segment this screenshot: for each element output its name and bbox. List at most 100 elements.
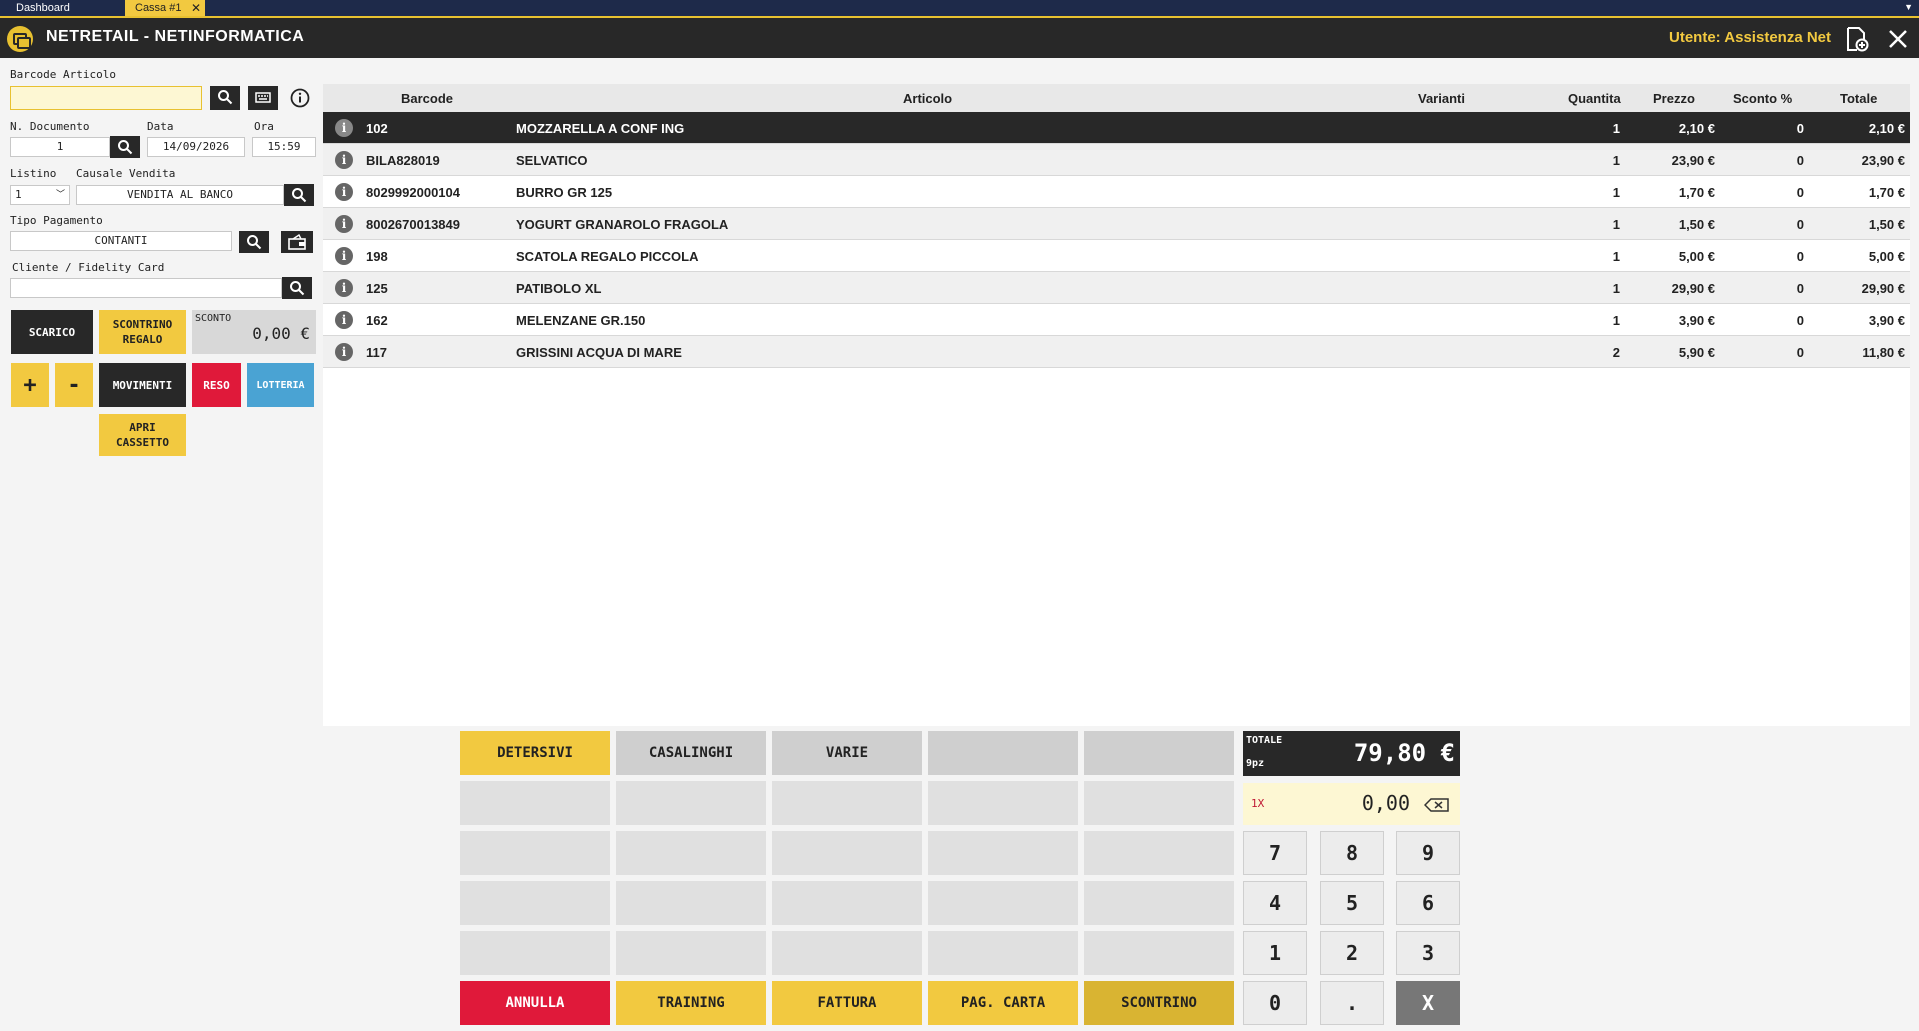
empty-category-button[interactable] [1084, 781, 1234, 825]
empty-category-button[interactable] [460, 831, 610, 875]
function-button[interactable]: PAG. CARTA [928, 981, 1078, 1025]
cell-barcode: 125 [366, 281, 388, 296]
keypad-button[interactable]: 1 [1243, 931, 1307, 975]
empty-category-button[interactable] [928, 731, 1078, 775]
keypad-button[interactable]: 4 [1243, 881, 1307, 925]
info-button[interactable] [285, 86, 315, 110]
empty-category-button[interactable] [1084, 731, 1234, 775]
cell-articolo: SELVATICO [516, 153, 588, 168]
info-icon[interactable]: i [335, 119, 353, 137]
empty-category-button[interactable] [928, 931, 1078, 975]
empty-category-button[interactable] [1084, 831, 1234, 875]
info-icon[interactable]: i [335, 279, 353, 297]
plus-button[interactable]: + [11, 363, 49, 407]
keypad-button[interactable]: 2 [1320, 931, 1384, 975]
empty-category-button[interactable] [1084, 931, 1234, 975]
tab-cassa[interactable]: Cassa #1 ✕ [125, 0, 205, 16]
table-row[interactable]: i8002670013849YOGURT GRANAROLO FRAGOLA11… [323, 208, 1910, 240]
data-input[interactable]: 14/09/2026 [147, 137, 245, 157]
apri-cassetto-button[interactable]: APRI CASSETTO [99, 414, 186, 456]
ndoc-search-button[interactable] [110, 136, 140, 158]
function-button[interactable]: ANNULLA [460, 981, 610, 1025]
keypad-button[interactable]: X [1396, 981, 1460, 1025]
category-button[interactable]: DETERSIVI [460, 731, 610, 775]
function-button[interactable]: SCONTRINO [1084, 981, 1234, 1025]
reso-button[interactable]: RESO [192, 363, 241, 407]
keypad-button[interactable]: 6 [1396, 881, 1460, 925]
tipo-pagamento-input[interactable]: CONTANTI [10, 231, 232, 251]
info-icon[interactable]: i [335, 311, 353, 329]
barcode-search-button[interactable] [210, 86, 240, 110]
cell-sconto: 0 [1797, 217, 1804, 232]
cliente-search-button[interactable] [282, 277, 312, 299]
info-icon[interactable]: i [335, 151, 353, 169]
header-varianti: Varianti [1418, 91, 1465, 106]
keypad-button[interactable]: . [1320, 981, 1384, 1025]
empty-category-button[interactable] [772, 931, 922, 975]
info-icon[interactable]: i [335, 247, 353, 265]
empty-category-button[interactable] [928, 831, 1078, 875]
cell-prezzo: 29,90 € [1672, 281, 1715, 296]
empty-category-button[interactable] [460, 881, 610, 925]
causale-search-button[interactable] [284, 184, 314, 206]
scontrino-regalo-button[interactable]: SCONTRINO REGALO [99, 310, 186, 354]
empty-category-button[interactable] [928, 881, 1078, 925]
tab-dashboard[interactable]: Dashboard [6, 0, 121, 16]
empty-category-button[interactable] [616, 881, 766, 925]
close-tab-icon[interactable]: ✕ [191, 0, 201, 16]
empty-category-button[interactable] [616, 831, 766, 875]
category-button[interactable]: VARIE [772, 731, 922, 775]
keyboard-icon [255, 89, 271, 105]
sconto-box[interactable]: SCONTO 0,00 € [192, 310, 316, 354]
table-row[interactable]: i125PATIBOLO XL129,90 €029,90 € [323, 272, 1910, 304]
empty-category-button[interactable] [1084, 881, 1234, 925]
empty-category-button[interactable] [616, 931, 766, 975]
table-row[interactable]: i102MOZZARELLA A CONF ING12,10 €02,10 € [323, 112, 1910, 144]
close-icon[interactable] [1885, 26, 1911, 52]
info-icon[interactable]: i [335, 183, 353, 201]
listino-select[interactable]: 1﹀ [10, 185, 70, 205]
empty-category-button[interactable] [460, 781, 610, 825]
keypad-button[interactable]: 7 [1243, 831, 1307, 875]
backspace-icon[interactable] [1424, 797, 1450, 813]
keypad-button[interactable]: 0 [1243, 981, 1307, 1025]
table-row[interactable]: i117GRISSINI ACQUA DI MARE25,90 €011,80 … [323, 336, 1910, 368]
minus-button[interactable]: - [55, 363, 93, 407]
table-row[interactable]: iBILA828019SELVATICO123,90 €023,90 € [323, 144, 1910, 176]
category-button[interactable]: CASALINGHI [616, 731, 766, 775]
empty-category-button[interactable] [772, 881, 922, 925]
dropdown-icon[interactable]: ▼ [1904, 2, 1913, 12]
empty-category-button[interactable] [616, 781, 766, 825]
function-button[interactable]: TRAINING [616, 981, 766, 1025]
new-document-icon[interactable] [1843, 26, 1869, 52]
lotteria-button[interactable]: LOTTERIA [247, 363, 314, 407]
table-row[interactable]: i162MELENZANE GR.15013,90 €03,90 € [323, 304, 1910, 336]
table-row[interactable]: i8029992000104BURRO GR 12511,70 €01,70 € [323, 176, 1910, 208]
function-button[interactable]: FATTURA [772, 981, 922, 1025]
numeric-display[interactable]: 1X 0,00 [1243, 783, 1460, 825]
table-row[interactable]: i198SCATOLA REGALO PICCOLA15,00 €05,00 € [323, 240, 1910, 272]
keypad-button[interactable]: 9 [1396, 831, 1460, 875]
keypad-button[interactable]: 3 [1396, 931, 1460, 975]
cell-totale: 3,90 € [1869, 313, 1905, 328]
keyboard-button[interactable] [248, 86, 278, 110]
keypad-button[interactable]: 8 [1320, 831, 1384, 875]
cliente-input[interactable] [10, 278, 282, 298]
info-icon[interactable]: i [335, 215, 353, 233]
cell-sconto: 0 [1797, 313, 1804, 328]
empty-category-button[interactable] [772, 781, 922, 825]
causale-input[interactable]: VENDITA AL BANCO [76, 185, 284, 205]
empty-category-button[interactable] [928, 781, 1078, 825]
scarico-button[interactable]: SCARICO [11, 310, 93, 354]
keypad-button[interactable]: 5 [1320, 881, 1384, 925]
pagamento-search-button[interactable] [239, 231, 269, 253]
empty-category-button[interactable] [772, 831, 922, 875]
empty-category-button[interactable] [460, 931, 610, 975]
info-icon[interactable]: i [335, 343, 353, 361]
ora-input[interactable]: 15:59 [252, 137, 316, 157]
barcode-input[interactable] [10, 86, 202, 110]
movimenti-button[interactable]: MOVIMENTI [99, 363, 186, 407]
ndoc-input[interactable]: 1 [10, 137, 110, 157]
payment-card-button[interactable] [281, 231, 313, 253]
tab-cassa-label: Cassa #1 [135, 2, 181, 14]
